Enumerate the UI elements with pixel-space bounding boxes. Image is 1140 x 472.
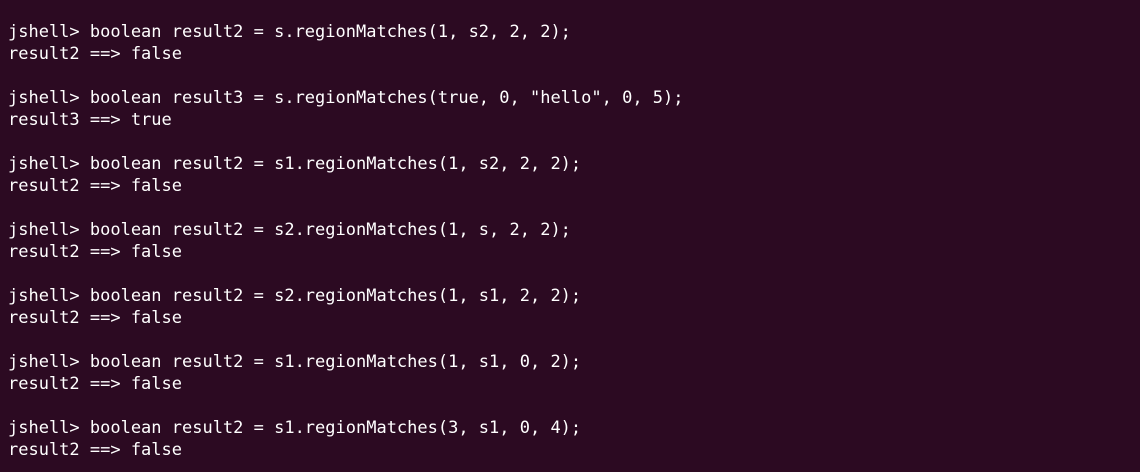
command-line: jshell> boolean result2 = s2.regionMatch… — [8, 220, 571, 240]
result-line: result3 ==> true — [8, 110, 172, 130]
command-line: jshell> boolean result3 = s.regionMatche… — [8, 88, 684, 108]
jshell-entry: jshell> boolean result2 = s1.regionMatch… — [8, 351, 1140, 417]
jshell-entry: jshell> boolean result2 = s1.regionMatch… — [8, 417, 1140, 472]
jshell-entry: jshell> boolean result2 = s1.regionMatch… — [8, 153, 1140, 219]
result-line: result2 ==> false — [8, 374, 182, 394]
result-line: result2 ==> false — [8, 44, 182, 64]
result-line: result2 ==> false — [8, 308, 182, 328]
command-line: jshell> boolean result2 = s1.regionMatch… — [8, 418, 582, 438]
command-line: jshell> boolean result2 = s1.regionMatch… — [8, 154, 582, 174]
jshell-entry: jshell> boolean result2 = s2.regionMatch… — [8, 285, 1140, 351]
jshell-entry: jshell> boolean result2 = s.regionMatche… — [8, 21, 1140, 87]
command-line: jshell> boolean result2 = s2.regionMatch… — [8, 286, 582, 306]
command-line: jshell> boolean result2 = s1.regionMatch… — [8, 352, 582, 372]
jshell-entry: jshell> boolean result3 = s.regionMatche… — [8, 87, 1140, 153]
result-line: result2 ==> false — [8, 242, 182, 262]
terminal-output[interactable]: jshell> boolean result2 = s.regionMatche… — [0, 0, 1140, 472]
result-line: result2 ==> false — [8, 440, 182, 460]
result-line: result2 ==> false — [8, 176, 182, 196]
jshell-entry: jshell> boolean result2 = s2.regionMatch… — [8, 219, 1140, 285]
command-line: jshell> boolean result2 = s.regionMatche… — [8, 22, 571, 42]
